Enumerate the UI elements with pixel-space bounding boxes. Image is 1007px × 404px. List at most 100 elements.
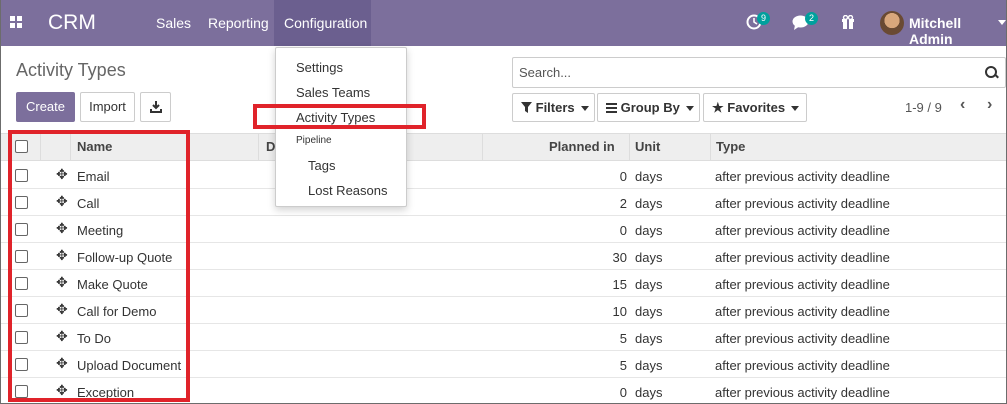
row-unit: days <box>635 169 663 184</box>
pager-value[interactable]: 1-9 / 9 <box>905 100 942 115</box>
drag-handle-icon[interactable]: ✥ <box>56 194 68 208</box>
row-type: after previous activity deadline <box>715 250 890 265</box>
row-planned-in: 15 <box>612 277 627 292</box>
row-checkbox[interactable] <box>15 385 28 398</box>
row-checkbox[interactable] <box>15 331 28 344</box>
column-header-description[interactable]: D <box>266 134 275 160</box>
row-unit: days <box>635 223 663 238</box>
row-planned-in: 10 <box>612 304 627 319</box>
dropdown-item-sales-teams[interactable]: Sales Teams <box>296 85 370 100</box>
drag-handle-icon[interactable]: ✥ <box>56 356 68 370</box>
row-checkbox[interactable] <box>15 358 28 371</box>
row-type: after previous activity deadline <box>715 304 890 319</box>
row-unit: days <box>635 196 663 211</box>
configuration-dropdown: Settings Sales Teams Activity Types Pipe… <box>275 47 407 207</box>
row-type: after previous activity deadline <box>715 169 890 184</box>
table-row[interactable]: ✥ Upload Document 5 days after previous … <box>0 351 1007 378</box>
row-name: Follow-up Quote <box>77 250 173 265</box>
favorites-star-icon: ★ <box>712 100 724 115</box>
select-all-checkbox[interactable] <box>15 140 28 153</box>
table-row[interactable]: ✥ Call for Demo 10 days after previous a… <box>0 297 1007 324</box>
menu-reporting[interactable]: Reporting <box>198 0 279 46</box>
table-row[interactable]: ✥ Meeting 0 days after previous activity… <box>0 216 1007 243</box>
row-checkbox[interactable] <box>15 223 28 236</box>
row-name: Call <box>77 196 100 211</box>
row-name: To Do <box>77 331 111 346</box>
filters-caret-icon <box>580 106 589 112</box>
page-title: Activity Types <box>16 60 126 80</box>
row-checkbox[interactable] <box>15 304 28 317</box>
group-by-button[interactable]: Group By <box>597 93 700 122</box>
search-box <box>512 57 1006 88</box>
drag-handle-icon[interactable]: ✥ <box>56 248 68 262</box>
row-planned-in: 5 <box>619 331 627 346</box>
menu-sales[interactable]: Sales <box>146 0 201 46</box>
dropdown-item-tags[interactable]: Tags <box>308 158 335 173</box>
pager-previous-icon[interactable]: ‹ <box>960 96 965 114</box>
apps-menu-icon[interactable] <box>10 16 23 29</box>
column-header-name[interactable]: Name <box>77 134 112 160</box>
table-row[interactable]: ✥ Call 2 days after previous activity de… <box>0 189 1007 216</box>
download-icon <box>149 101 162 113</box>
dropdown-item-activity-types[interactable]: Activity Types <box>296 110 375 125</box>
user-name[interactable]: Mitchell Admin <box>909 15 1007 47</box>
search-icon[interactable] <box>985 66 999 80</box>
row-name: Email <box>77 169 110 184</box>
column-header-planned-in[interactable]: Planned in <box>549 134 615 160</box>
message-count-badge: 2 <box>805 12 819 25</box>
search-input[interactable] <box>519 65 969 80</box>
filter-funnel-icon <box>521 102 532 113</box>
row-checkbox[interactable] <box>15 169 28 182</box>
menu-configuration[interactable]: Configuration <box>274 0 371 46</box>
row-checkbox[interactable] <box>15 196 28 209</box>
user-menu-caret-icon[interactable] <box>998 20 1006 25</box>
row-unit: days <box>635 385 663 400</box>
favorites-caret-icon <box>791 106 800 112</box>
dropdown-section-pipeline: Pipeline <box>296 135 332 146</box>
drag-handle-icon[interactable]: ✥ <box>56 383 68 397</box>
row-unit: days <box>635 331 663 346</box>
drag-handle-icon[interactable]: ✥ <box>56 221 68 235</box>
row-name: Meeting <box>77 223 124 238</box>
row-type: after previous activity deadline <box>715 331 890 346</box>
app-brand[interactable]: CRM <box>48 11 96 35</box>
dropdown-item-lost-reasons[interactable]: Lost Reasons <box>308 183 388 198</box>
filters-label: Filters <box>535 100 575 115</box>
row-checkbox[interactable] <box>15 250 28 263</box>
drag-handle-icon[interactable]: ✥ <box>56 329 68 343</box>
column-header-unit[interactable]: Unit <box>635 134 660 160</box>
download-button[interactable] <box>140 92 171 122</box>
row-type: after previous activity deadline <box>715 196 890 211</box>
gift-icon[interactable] <box>841 14 855 33</box>
table-row[interactable]: ✥ Email 0 days after previous activity d… <box>0 162 1007 189</box>
top-navbar: CRM Sales Reporting Configuration 9 2 Mi… <box>0 0 1007 47</box>
row-planned-in: 0 <box>619 169 627 184</box>
row-planned-in: 0 <box>619 223 627 238</box>
create-button[interactable]: Create <box>16 92 75 122</box>
drag-handle-icon[interactable]: ✥ <box>56 302 68 316</box>
row-unit: days <box>635 250 663 265</box>
import-button[interactable]: Import <box>80 92 135 122</box>
table-header: Name D Planned in Unit Type <box>0 133 1007 161</box>
table-row[interactable]: ✥ Follow-up Quote 30 days after previous… <box>0 243 1007 270</box>
row-checkbox[interactable] <box>15 277 28 290</box>
pager-next-icon[interactable]: › <box>987 96 992 114</box>
row-type: after previous activity deadline <box>715 277 890 292</box>
column-header-type[interactable]: Type <box>716 134 745 160</box>
group-by-bars-icon <box>606 103 617 113</box>
row-planned-in: 0 <box>619 385 627 400</box>
row-name: Upload Document <box>77 358 182 373</box>
drag-handle-icon[interactable]: ✥ <box>56 275 68 289</box>
table-row[interactable]: ✥ Make Quote 15 days after previous acti… <box>0 270 1007 297</box>
activity-count-badge: 9 <box>757 12 771 25</box>
dropdown-item-settings[interactable]: Settings <box>296 60 343 75</box>
row-name: Call for Demo <box>77 304 157 319</box>
table-row[interactable]: ✥ Exception 0 days after previous activi… <box>0 378 1007 404</box>
favorites-button[interactable]: ★ Favorites <box>703 93 807 122</box>
table-row[interactable]: ✥ To Do 5 days after previous activity d… <box>0 324 1007 351</box>
drag-handle-icon[interactable]: ✥ <box>56 167 68 181</box>
row-name: Make Quote <box>77 277 148 292</box>
favorites-label: Favorites <box>727 100 786 115</box>
user-avatar[interactable] <box>880 11 904 35</box>
filters-button[interactable]: Filters <box>512 93 595 122</box>
